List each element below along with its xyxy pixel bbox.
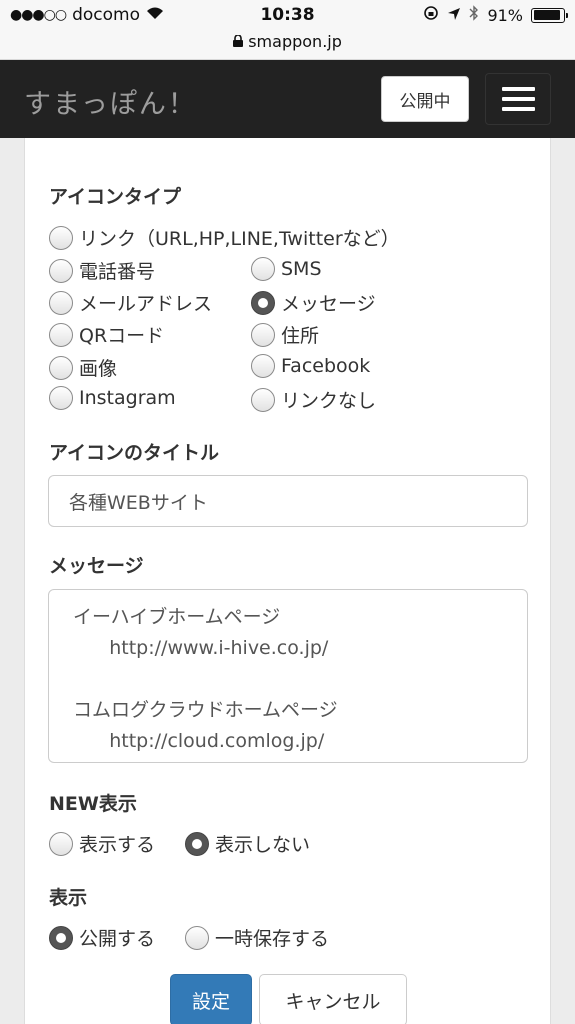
hamburger-icon-line <box>501 97 535 101</box>
status-bar: ●●●○○ docomo 10:38 smappon.jp 91% <box>0 0 575 60</box>
radio-label: メールアドレス <box>79 293 213 315</box>
radio-label: 電話番号 <box>79 261 156 283</box>
bluetooth-icon <box>469 5 479 25</box>
radio-icon-type-qrcode[interactable]: QRコード <box>49 321 164 348</box>
radio-button[interactable] <box>251 354 275 378</box>
radio-label: リンク（URL,HP,LINE,Twitterなど） <box>79 228 400 250</box>
radio-icon-type-sms[interactable]: SMS <box>251 257 322 281</box>
battery-level-fill <box>533 10 560 20</box>
location-icon <box>447 6 461 25</box>
url-text: smappon.jp <box>248 32 342 51</box>
rotation-lock-icon <box>423 5 439 25</box>
radio-button[interactable] <box>185 925 209 950</box>
message-label: メッセージ <box>49 555 144 577</box>
radio-new-show[interactable]: 表示する <box>49 830 155 857</box>
hamburger-menu-button[interactable] <box>485 73 551 125</box>
radio-button-checked[interactable] <box>185 831 209 856</box>
radio-label: 表示する <box>79 834 156 856</box>
radio-button-checked[interactable] <box>251 290 275 315</box>
radio-button-checked[interactable] <box>49 925 73 950</box>
hamburger-icon-line <box>501 107 535 111</box>
battery-icon <box>531 7 568 23</box>
system-indicators: 91% <box>423 5 568 25</box>
radio-icon-type-link[interactable]: リンク（URL,HP,LINE,Twitterなど） <box>49 224 400 251</box>
new-display-label: NEW表示 <box>49 793 137 815</box>
radio-icon-type-image[interactable]: 画像 <box>49 354 117 381</box>
radio-button[interactable] <box>49 831 73 856</box>
radio-icon-type-instagram[interactable]: Instagram <box>49 386 176 410</box>
radio-icon-type-message[interactable]: メッセージ <box>251 289 376 316</box>
radio-display-draft[interactable]: 一時保存する <box>185 924 329 951</box>
publish-status-button[interactable]: 公開中 <box>381 76 469 122</box>
radio-icon-type-address[interactable]: 住所 <box>251 321 319 348</box>
radio-button[interactable] <box>49 225 73 250</box>
radio-button[interactable] <box>49 258 73 283</box>
icon-title-input[interactable]: 各種WEBサイト <box>48 475 528 527</box>
radio-label: 一時保存する <box>215 928 330 950</box>
radio-label: 画像 <box>79 358 118 380</box>
radio-icon-type-facebook[interactable]: Facebook <box>251 354 370 378</box>
form-card: アイコンタイプ リンク（URL,HP,LINE,Twitterなど） 電話番号 … <box>24 138 551 1024</box>
radio-icon-type-phone[interactable]: 電話番号 <box>49 257 155 284</box>
radio-label: リンクなし <box>281 390 377 412</box>
hamburger-icon <box>501 87 535 91</box>
icon-type-label: アイコンタイプ <box>49 186 182 208</box>
url-bar[interactable]: smappon.jp <box>0 32 575 51</box>
cancel-button[interactable]: キャンセル <box>259 974 407 1024</box>
icon-title-label: アイコンのタイトル <box>49 442 220 464</box>
radio-label: Facebook <box>281 355 371 377</box>
radio-button[interactable] <box>251 387 275 412</box>
radio-button[interactable] <box>49 290 73 315</box>
radio-label: Instagram <box>79 387 176 409</box>
display-label: 表示 <box>49 887 88 909</box>
radio-label: メッセージ <box>281 293 376 315</box>
radio-display-public[interactable]: 公開する <box>49 924 155 951</box>
radio-label: SMS <box>281 258 322 280</box>
radio-icon-type-nolink[interactable]: リンクなし <box>251 386 376 413</box>
save-button[interactable]: 設定 <box>170 974 252 1024</box>
navbar: すまっぽん！ 公開中 <box>0 60 575 138</box>
battery-percent: 91% <box>487 5 523 25</box>
radio-label: 表示しない <box>215 834 311 856</box>
radio-button[interactable] <box>49 322 73 347</box>
radio-label: 住所 <box>281 325 320 347</box>
brand-logo[interactable]: すまっぽん！ <box>24 82 197 121</box>
radio-button[interactable] <box>251 322 275 347</box>
radio-new-hide[interactable]: 表示しない <box>185 830 310 857</box>
lock-icon <box>233 32 248 51</box>
radio-button[interactable] <box>49 355 73 380</box>
radio-button[interactable] <box>251 257 275 281</box>
message-textarea[interactable]: イーハイブホームページ http://www.i-hive.co.jp/ コムロ… <box>48 589 528 763</box>
radio-icon-type-email[interactable]: メールアドレス <box>49 289 212 316</box>
radio-label: QRコード <box>79 325 165 347</box>
radio-label: 公開する <box>79 928 156 950</box>
radio-button[interactable] <box>49 386 73 410</box>
